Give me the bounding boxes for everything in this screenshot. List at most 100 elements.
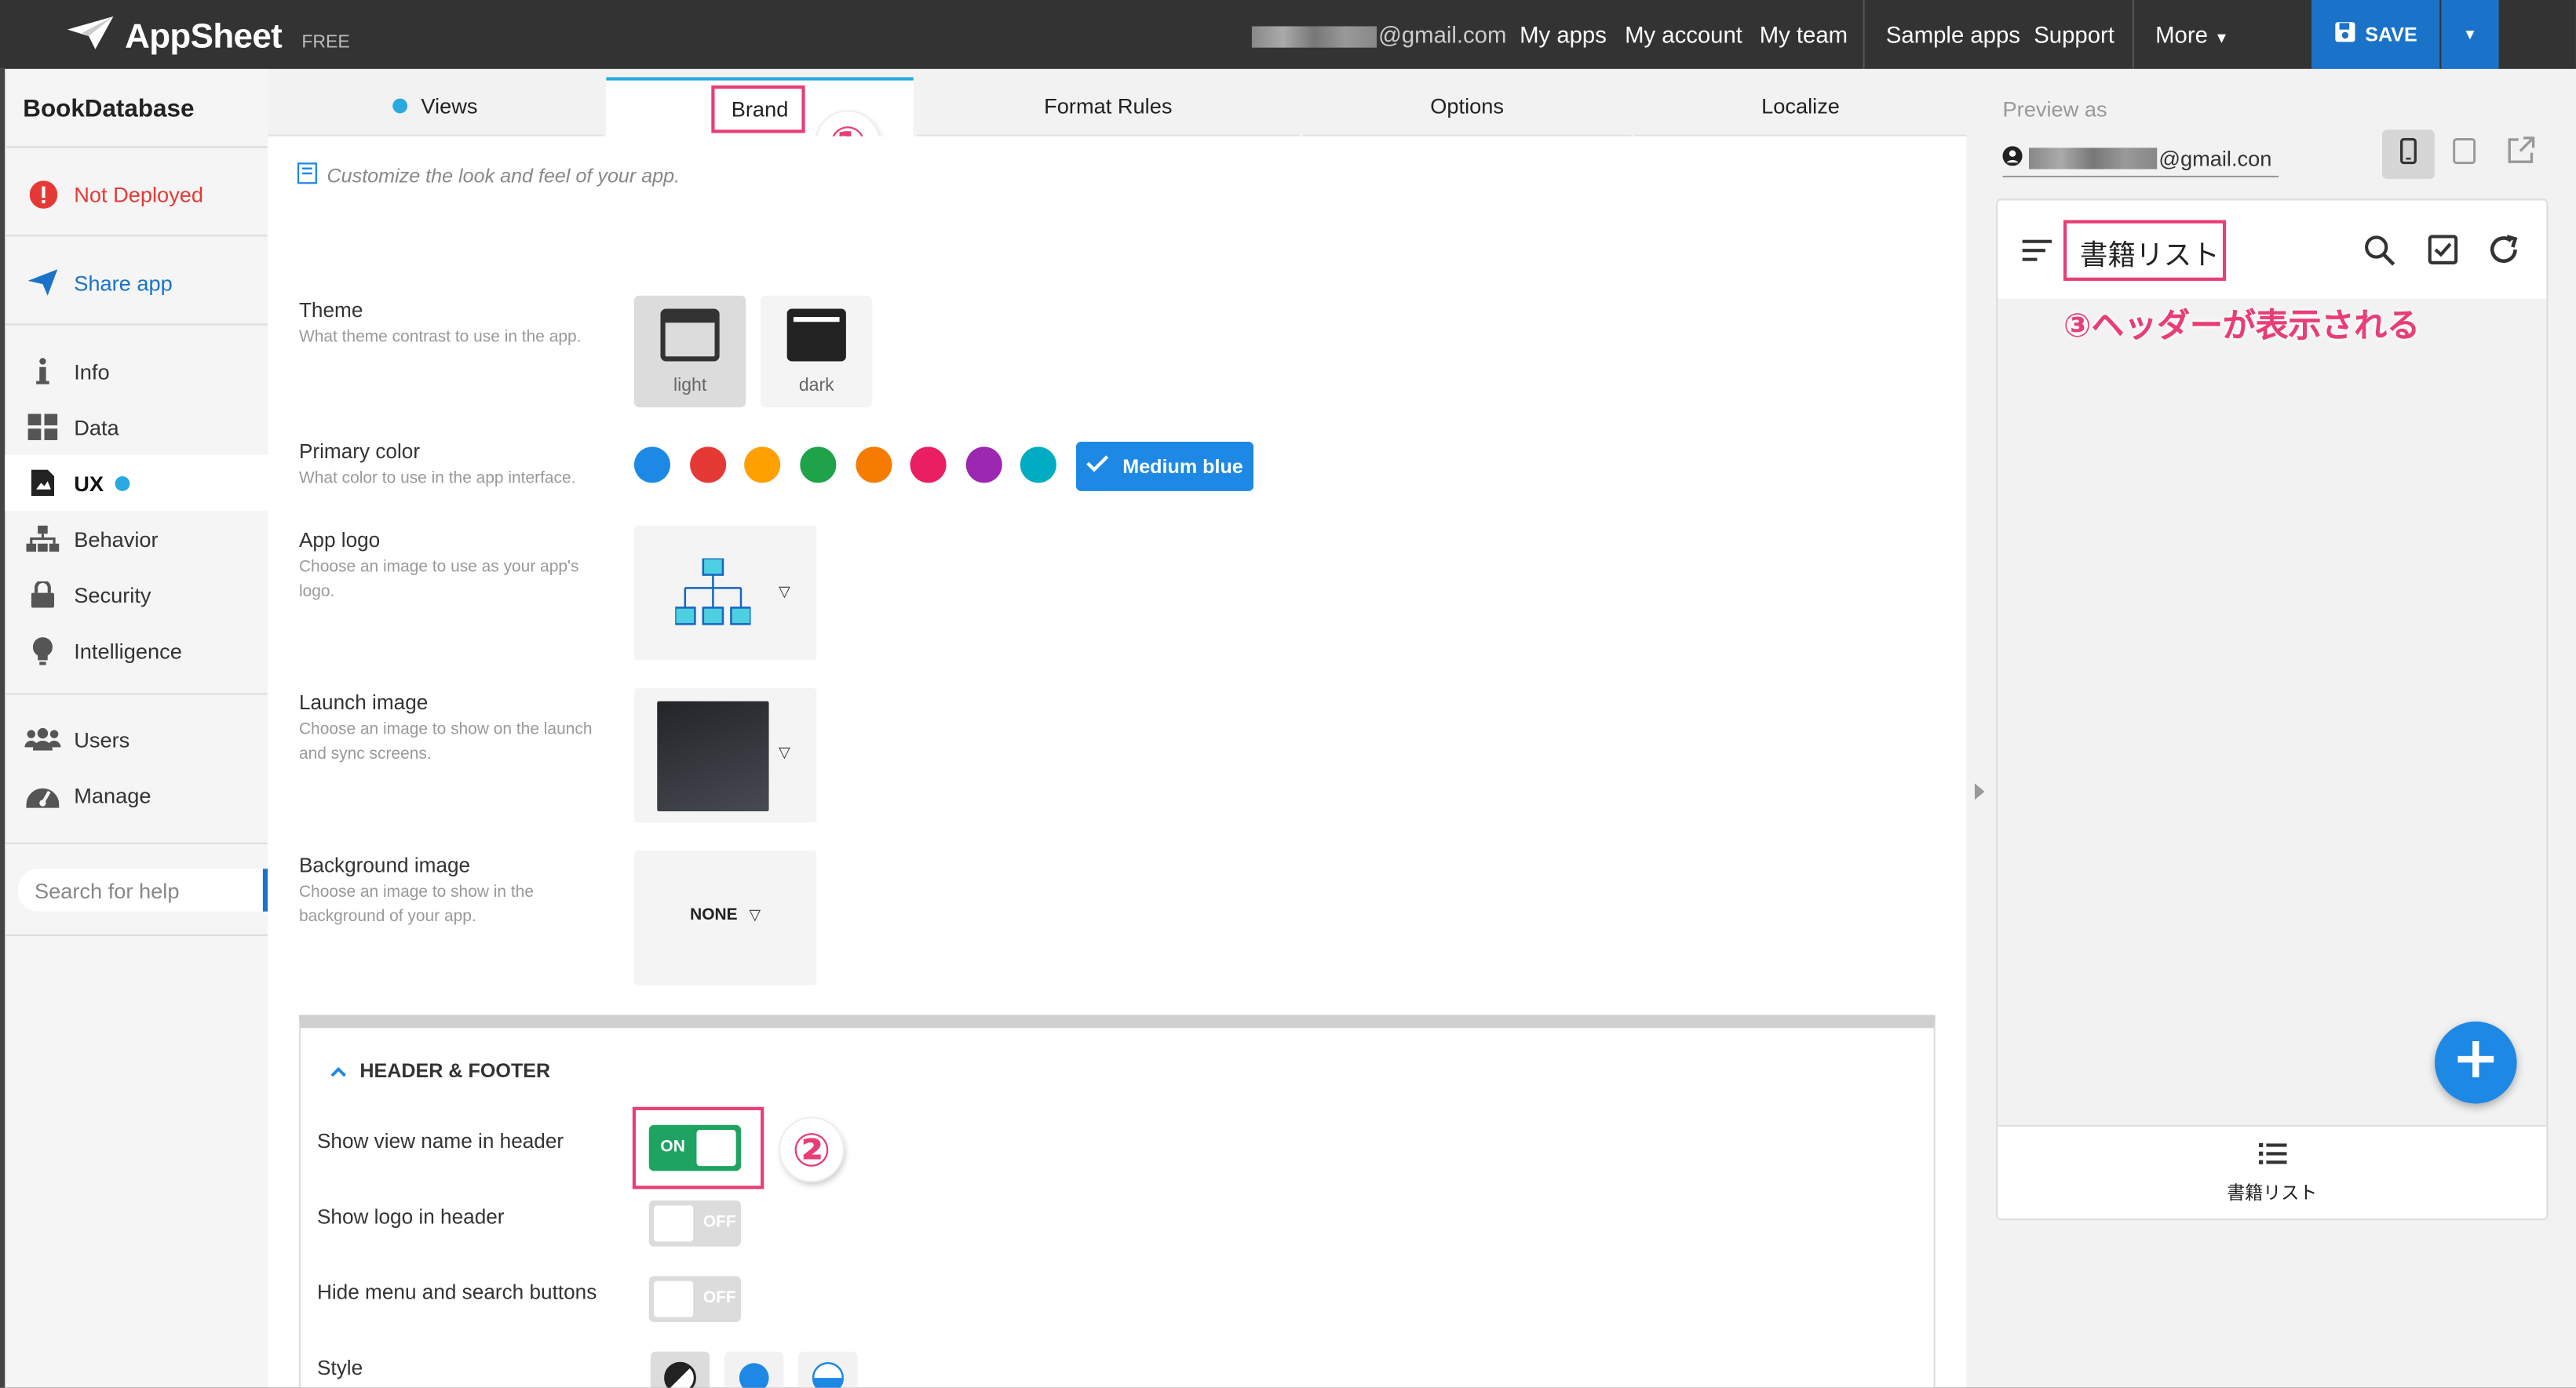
color-swatch-cyan[interactable] <box>1020 446 1056 483</box>
window-light-icon <box>660 308 720 365</box>
menu-icon[interactable] <box>2022 239 2052 270</box>
dropdown-caret-icon: ▽ <box>779 744 790 761</box>
sidebar-divider <box>5 235 273 237</box>
theme-label: Theme <box>298 298 363 322</box>
launch-image-picker[interactable]: ▽ <box>633 688 817 823</box>
phone-preview: 書籍リスト ③ヘッダーが表示される 書籍リスト <box>1996 199 2549 1221</box>
dashboard-icon <box>24 781 60 808</box>
color-swatch-green[interactable] <box>800 446 837 483</box>
sidebar-item-behavior[interactable]: Behavior <box>5 511 268 566</box>
lock-icon <box>24 581 60 608</box>
redacted-email <box>2028 147 2158 169</box>
redacted-email <box>1251 26 1377 48</box>
top-bar: AppSheet FREE @gmail.com My apps My acco… <box>0 0 2576 69</box>
sidebar-item-label: Intelligence <box>74 638 182 663</box>
sidebar-item-intelligence[interactable]: Intelligence <box>5 622 268 678</box>
color-swatch-amber[interactable] <box>744 446 781 483</box>
theme-light-option[interactable]: light <box>633 295 746 408</box>
color-swatch-blue[interactable] <box>633 446 670 483</box>
device-tablet-button[interactable] <box>2438 129 2490 179</box>
launch-image-desc: Choose an image to show on the launch an… <box>298 720 593 764</box>
tab-dot <box>392 98 408 114</box>
theme-dark-label: dark <box>798 375 834 395</box>
nav-divider <box>2132 0 2134 69</box>
tab-options[interactable]: Options <box>1302 77 1632 137</box>
search-icon[interactable] <box>2364 235 2395 274</box>
preview-panel: Preview as @gmail.con 書籍リスト ③ヘッダーが表示される <box>1966 68 2576 1388</box>
paper-plane-icon <box>66 15 115 60</box>
toggle-knob <box>654 1205 694 1242</box>
launch-image-label: Launch image <box>298 691 429 715</box>
tab-views[interactable]: Views <box>268 77 604 137</box>
share-app[interactable]: Share app <box>5 254 268 310</box>
sidebar-item-data[interactable]: Data <box>5 399 268 455</box>
launch-image-thumbnail <box>657 701 769 811</box>
show-logo-toggle[interactable]: OFF <box>648 1200 741 1247</box>
color-swatch-pink[interactable] <box>910 446 947 483</box>
window-dark-icon <box>786 308 846 365</box>
caret-down-icon: ▼ <box>2462 26 2478 43</box>
dropdown-caret-icon: ▽ <box>779 583 790 599</box>
checkbox-icon[interactable] <box>2428 235 2458 272</box>
background-image-picker[interactable]: NONE ▽ <box>633 851 817 985</box>
preview-user-select[interactable]: @gmail.con <box>2002 140 2279 178</box>
ux-icon <box>24 469 60 497</box>
sidebar-item-manage[interactable]: Manage <box>5 767 268 822</box>
half-circle-icon <box>664 1361 697 1388</box>
show-logo-label: Show logo in header <box>316 1205 505 1229</box>
search-help-input[interactable]: Search for help <box>18 869 272 912</box>
collapse-arrow-icon[interactable] <box>1974 783 1985 800</box>
annotation-box-brand <box>711 85 805 133</box>
caret-down-icon: ▼ <box>2214 29 2229 46</box>
primary-color-label: Primary color <box>298 439 421 464</box>
appsheet-logo[interactable]: AppSheet FREE <box>66 15 350 60</box>
checkmark-icon <box>1086 455 1109 478</box>
theme-dark-option[interactable]: dark <box>761 295 873 408</box>
color-selected-button[interactable]: Medium blue <box>1075 442 1254 491</box>
device-phone-button[interactable] <box>2381 129 2435 180</box>
sidebar-item-label: Info <box>74 359 110 384</box>
dropdown-caret-icon: ▽ <box>749 906 761 924</box>
screen: AppSheet FREE @gmail.com My apps My acco… <box>0 0 2576 1388</box>
color-swatch-red[interactable] <box>690 446 727 483</box>
tab-localize[interactable]: Localize <box>1634 77 1967 137</box>
save-button[interactable]: SAVE <box>2311 0 2440 69</box>
background-image-label: Background image <box>298 854 471 877</box>
footer-tab-book-list[interactable]: 書籍リスト <box>1998 1142 2546 1206</box>
hide-menu-search-toggle[interactable]: OFF <box>648 1276 741 1322</box>
style-option-filled[interactable] <box>724 1351 784 1388</box>
tab-format-rules[interactable]: Format Rules <box>916 77 1300 137</box>
color-swatch-purple[interactable] <box>965 446 1002 483</box>
color-swatch-orange[interactable] <box>856 446 892 483</box>
nav-more[interactable]: More ▼ <box>2155 21 2229 47</box>
refresh-icon[interactable] <box>2487 233 2520 274</box>
sidebar-item-users[interactable]: Users <box>5 711 268 767</box>
deploy-status-label: Not Deployed <box>74 181 204 206</box>
hide-menu-search-label: Hide menu and search buttons <box>316 1281 597 1304</box>
app-root: AppSheet FREE @gmail.com My apps My acco… <box>0 0 2576 1388</box>
bulb-icon <box>24 636 60 665</box>
open-external-button[interactable] <box>2494 129 2546 179</box>
style-option-contrast[interactable] <box>650 1351 710 1388</box>
save-options-dropdown[interactable]: ▼ <box>2441 0 2499 69</box>
annotation-box-header <box>2063 220 2227 281</box>
nav-support[interactable]: Support <box>2034 21 2114 47</box>
nav-my-account[interactable]: My account <box>1625 21 1742 47</box>
active-indicator-dot <box>115 475 130 490</box>
sidebar-item-info[interactable]: Info <box>5 343 268 399</box>
hierarchy-icon <box>24 525 60 552</box>
annotation-number-2: ② <box>780 1118 843 1181</box>
preview-app-footer: 書籍リスト <box>1998 1124 2547 1219</box>
nav-my-team[interactable]: My team <box>1760 21 1848 47</box>
nav-my-apps[interactable]: My apps <box>1520 21 1607 47</box>
deploy-status[interactable]: Not Deployed <box>5 166 268 221</box>
sidebar-item-security[interactable]: Security <box>5 566 268 622</box>
add-fab-button[interactable] <box>2434 1021 2517 1104</box>
sidebar-item-ux[interactable]: UX <box>5 454 268 511</box>
style-option-split[interactable] <box>798 1351 858 1388</box>
book-icon <box>297 162 318 188</box>
header-footer-title[interactable]: HEADER & FOOTER <box>330 1059 550 1082</box>
info-icon <box>24 358 60 384</box>
nav-sample-apps[interactable]: Sample apps <box>1886 21 2020 47</box>
app-logo-picker[interactable]: ▽ <box>633 525 817 661</box>
